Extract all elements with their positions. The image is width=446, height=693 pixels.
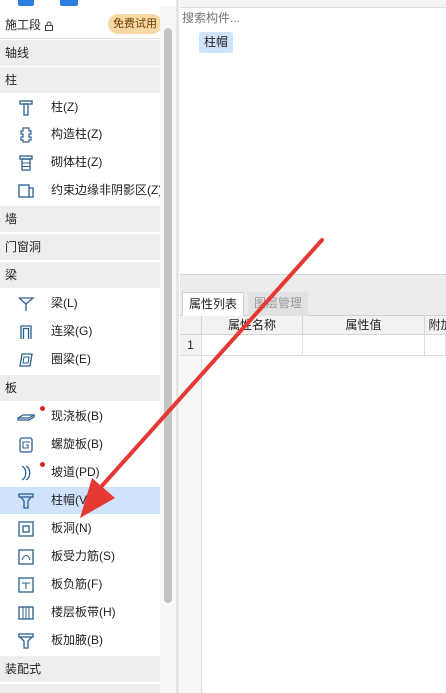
- component-search-input[interactable]: [182, 9, 444, 27]
- table-corner: [180, 316, 202, 335]
- tree-item-label: 螺旋板(B): [51, 437, 103, 451]
- horizontal-splitter[interactable]: [180, 274, 446, 292]
- tree-item-label: 砌体柱(Z): [51, 155, 103, 169]
- category-slab[interactable]: 板: [0, 375, 160, 401]
- property-tab-bar: 属性列表 图层管理: [180, 292, 446, 316]
- slab-haunch-icon: [17, 632, 35, 650]
- row-number: 1: [180, 335, 202, 356]
- category-partial[interactable]: [0, 684, 160, 693]
- indicator-dot: [40, 462, 45, 467]
- table-cell-value[interactable]: [303, 335, 425, 356]
- category-column[interactable]: 柱: [0, 67, 160, 93]
- tree-item-slab-rebar[interactable]: 板受力筋(S): [0, 543, 160, 570]
- component-chip[interactable]: 柱帽: [199, 32, 234, 53]
- tree-item-label: 坡道(PD): [51, 465, 100, 479]
- cast-slab-icon: [17, 408, 35, 426]
- table-cell-name[interactable]: [202, 335, 303, 356]
- spiral-slab-icon: [17, 436, 35, 454]
- tree-item-negative-rebar[interactable]: 板负筋(F): [0, 571, 160, 598]
- tree-item-label: 圈梁(E): [51, 352, 91, 366]
- column-cap-icon: [17, 492, 35, 510]
- tree-item-spiral-slab[interactable]: 螺旋板(B): [0, 431, 160, 458]
- column-header-name[interactable]: 属性名称: [202, 316, 303, 335]
- tree-item-label: 板加腋(B): [51, 633, 103, 647]
- column-header-extra[interactable]: 附加: [425, 316, 446, 335]
- category-beam[interactable]: 梁: [0, 262, 160, 288]
- category-wall[interactable]: 墙: [0, 206, 160, 232]
- tree-item-floor-band[interactable]: 楼层板带(H): [0, 599, 160, 626]
- boundary-zone-icon: [17, 182, 35, 200]
- tree-item-label: 板洞(N): [51, 521, 92, 535]
- property-table-body: [180, 356, 446, 693]
- link-beam-icon: [17, 323, 35, 341]
- tree-item-label: 梁(L): [51, 296, 78, 310]
- category-prefab[interactable]: 装配式: [0, 656, 160, 682]
- tree-item-label: 楼层板带(H): [51, 605, 116, 619]
- beam-icon: [17, 295, 35, 313]
- tree-item-link-beam[interactable]: 连梁(G): [0, 318, 160, 345]
- tree-item-slab-haunch[interactable]: 板加腋(B): [0, 627, 160, 654]
- tree-item-label: 板受力筋(S): [51, 549, 115, 563]
- tree-item-label: 柱帽(V): [51, 493, 91, 507]
- component-tree-panel: 施工段 免费试用 轴线 柱 柱(Z) 构造柱(Z) 砌体柱(Z) 约束边缘非阴影…: [0, 0, 176, 693]
- tree-item-label: 柱(Z): [51, 100, 79, 114]
- tab-layer-management[interactable]: 图层管理: [248, 292, 309, 316]
- panel-divider[interactable]: [176, 0, 179, 693]
- category-opening[interactable]: 门窗洞: [0, 234, 160, 260]
- construct-column-icon: [17, 126, 35, 144]
- tree-item-cast-slab[interactable]: 现浇板(B): [0, 403, 160, 430]
- toolbar-button-stub[interactable]: [18, 0, 34, 6]
- tree-item-masonry-column[interactable]: 砌体柱(Z): [0, 149, 160, 176]
- tree-item-ramp[interactable]: 坡道(PD): [0, 459, 160, 486]
- negative-rebar-icon: [17, 576, 35, 594]
- slab-opening-icon: [17, 520, 35, 538]
- tree-item-ring-beam[interactable]: 圈梁(E): [0, 346, 160, 373]
- indicator-dot: [40, 406, 45, 411]
- ramp-icon: [17, 464, 35, 482]
- toolbar-button-stub[interactable]: [60, 0, 78, 6]
- construction-section-label: 施工段: [5, 18, 42, 32]
- top-toolbar: [180, 0, 446, 8]
- masonry-column-icon: [17, 154, 35, 172]
- free-trial-badge[interactable]: 免费试用: [108, 14, 162, 34]
- table-cell-extra[interactable]: [425, 335, 446, 356]
- column-t-icon: [17, 99, 35, 117]
- tree-item-column[interactable]: 柱(Z): [0, 94, 160, 121]
- tree-item-label: 构造柱(Z): [51, 127, 103, 141]
- ring-beam-icon: [17, 351, 35, 369]
- tree-item-label: 连梁(G): [51, 324, 93, 338]
- tree-item-boundary-zone[interactable]: 约束边缘非阴影区(Z): [0, 177, 163, 204]
- tree-item-beam[interactable]: 梁(L): [0, 290, 160, 317]
- tree-item-column-cap[interactable]: 柱帽(V): [0, 487, 160, 514]
- floor-band-icon: [17, 604, 35, 622]
- tree-scrollbar-thumb[interactable]: [164, 28, 172, 603]
- column-header-value[interactable]: 属性值: [303, 316, 425, 335]
- slab-rebar-icon: [17, 548, 35, 566]
- tree-item-label: 板负筋(F): [51, 577, 103, 591]
- tree-item-label: 约束边缘非阴影区(Z): [51, 183, 163, 197]
- tree-item-construct-column[interactable]: 构造柱(Z): [0, 121, 160, 148]
- tab-property-list[interactable]: 属性列表: [182, 292, 245, 316]
- category-axis[interactable]: 轴线: [0, 40, 160, 66]
- tree-item-label: 现浇板(B): [51, 409, 103, 423]
- row-header-strip: [180, 356, 202, 693]
- lock-icon: [44, 13, 54, 31]
- tree-item-slab-opening[interactable]: 板洞(N): [0, 515, 160, 542]
